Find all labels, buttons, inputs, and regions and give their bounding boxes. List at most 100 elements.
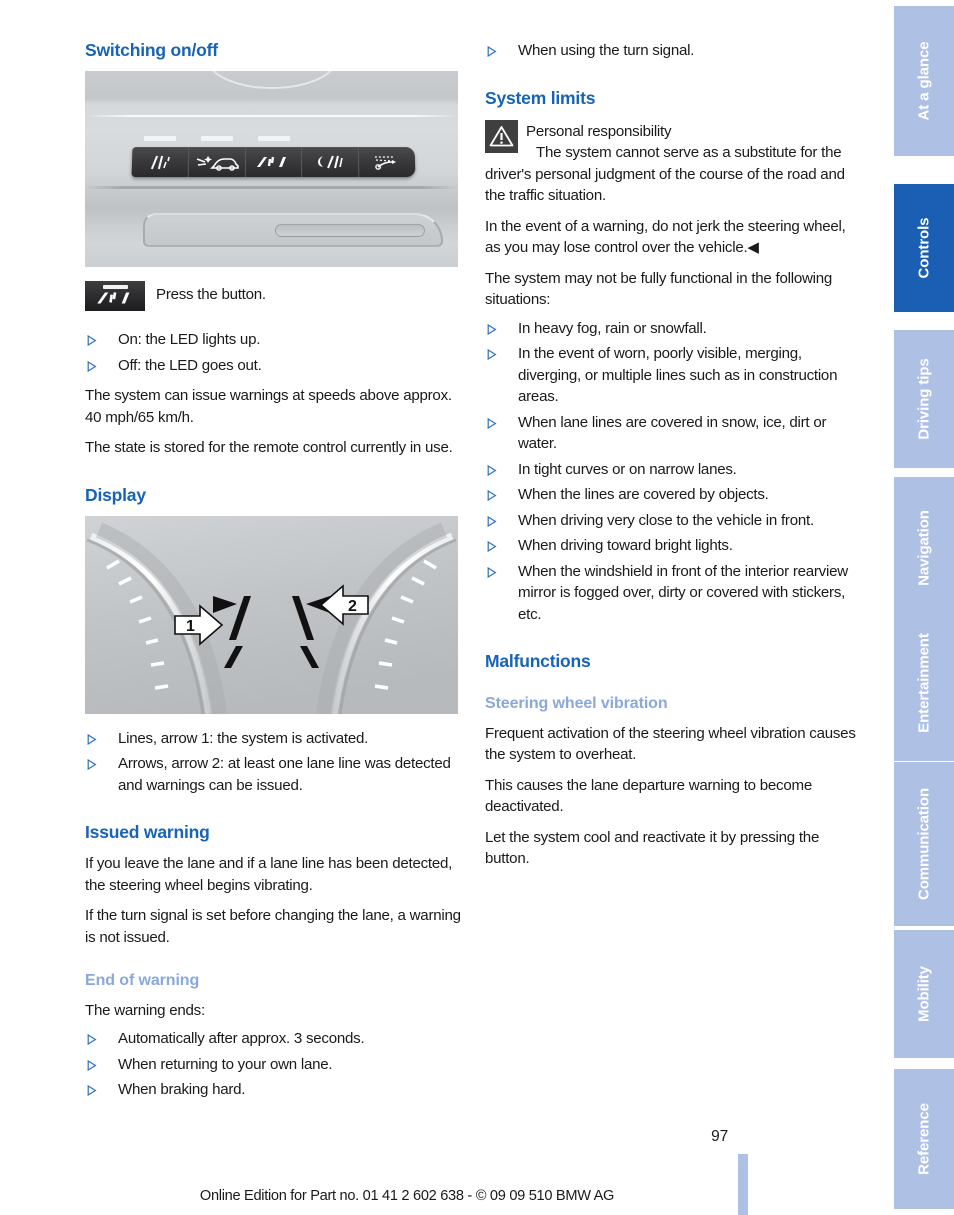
- dash-trim-highlight: [85, 115, 458, 118]
- triangle-bullet-icon: [87, 728, 99, 750]
- list-item: When driving toward bright lights.: [485, 535, 861, 557]
- triangle-bullet-icon: [487, 535, 499, 557]
- list-item-label: On: the LED lights up.: [118, 331, 261, 349]
- sidebar-tab-driving-tips[interactable]: Driving tips: [894, 330, 954, 468]
- legend-press-button-text: Press the button.: [156, 286, 266, 304]
- heading-end-of-warning: End of warning: [85, 972, 200, 990]
- triangle-bullet-icon: [87, 355, 99, 377]
- heading-system-limits: System limits: [485, 87, 596, 108]
- sidebar-tab-label: Reference: [915, 1103, 933, 1175]
- heading-issued-warning: Issued warning: [85, 822, 210, 843]
- list-item: When using the turn signal.: [485, 40, 861, 62]
- lane-departure-glyph: [97, 292, 130, 304]
- sidebar-tab-controls[interactable]: Controls: [894, 184, 954, 312]
- sidebar-tab-label: Mobility: [915, 966, 933, 1022]
- triangle-bullet-icon: [487, 561, 499, 583]
- list-item-label: When braking hard.: [118, 1081, 246, 1099]
- paragraph-malfunction-2: This causes the lane departure warning t…: [485, 776, 812, 816]
- warning-body-2-text: In the event of a warning, do not jerk t…: [485, 217, 846, 257]
- triangle-bullet-icon: [487, 40, 499, 62]
- triangle-bullet-icon: [487, 459, 499, 481]
- list-item-label: When the lines are covered by objects.: [518, 486, 769, 504]
- list-item-label: When the windshield in front of the inte…: [518, 562, 848, 623]
- list-item: On: the LED lights up.: [85, 329, 461, 351]
- end-of-warning-bullet-list: Automatically after approx. 3 seconds. W…: [85, 1028, 461, 1101]
- list-item: Off: the LED goes out.: [85, 355, 461, 377]
- sidebar-tab-mobility[interactable]: Mobility: [894, 930, 954, 1058]
- button-head-up-display[interactable]: [358, 147, 416, 178]
- warning-end-marker-icon: ◀: [747, 239, 759, 257]
- triangle-bullet-icon: [87, 329, 99, 351]
- dash-trim-shadow: [85, 186, 458, 190]
- list-item: In heavy fog, rain or snowfall.: [485, 318, 861, 340]
- door-handle-grip: [275, 224, 425, 238]
- button-night-vision[interactable]: [302, 147, 360, 178]
- triangle-bullet-icon: [487, 343, 499, 365]
- list-item-label: When driving toward bright lights.: [518, 537, 733, 555]
- list-item: When driving very close to the vehicle i…: [485, 510, 861, 532]
- list-item-label: Off: the LED goes out.: [118, 356, 262, 374]
- warning-title: Personal responsibility: [526, 122, 672, 140]
- triangle-bullet-icon: [487, 510, 499, 532]
- list-item: Arrows, arrow 2: at least one lane line …: [85, 753, 461, 796]
- list-item-label: When lane lines are covered in snow, ice…: [518, 413, 827, 453]
- vehicle-distance-icon: [196, 156, 239, 171]
- sidebar-tab-entertainment[interactable]: Entertainment: [894, 605, 954, 761]
- sidebar-tab-label: At a glance: [915, 41, 933, 121]
- paragraph-malfunction-3: Let the system cool and reactivate it by…: [485, 828, 820, 868]
- sidebar-tab-navigation[interactable]: Navigation: [894, 477, 954, 619]
- paragraph-warning-ends-intro: The warning ends:: [85, 1001, 205, 1019]
- paragraph-issued-warning-2: If the turn signal is set before changin…: [85, 907, 461, 946]
- warning-body-2: In the event of a warning, do not jerk t…: [485, 216, 861, 259]
- list-item-label: Lines, arrow 1: the system is activated.: [118, 729, 369, 747]
- manual-page: Switching on/off Press the button. On: t…: [0, 0, 954, 1215]
- legend-press-button: Press the button.: [85, 281, 461, 312]
- sidebar-tab-label: Controls: [915, 217, 933, 279]
- right-column: When using the turn signal. System limit…: [485, 40, 861, 879]
- triangle-bullet-icon: [487, 412, 499, 434]
- list-item-label: In tight curves or on narrow lanes.: [518, 460, 737, 478]
- left-column: Switching on/off Press the button. On: t…: [85, 40, 461, 1110]
- button-lane-departure-warning[interactable]: [245, 147, 303, 178]
- list-item-label: Automatically after approx. 3 seconds.: [118, 1030, 365, 1048]
- night-vision-icon: [318, 155, 344, 169]
- list-item: In tight curves or on narrow lanes.: [485, 459, 861, 481]
- list-item: When the lines are covered by objects.: [485, 484, 861, 506]
- console-button-bank[interactable]: [131, 147, 416, 178]
- triangle-bullet-icon: [87, 753, 99, 775]
- lane-departure-button-icon: [85, 281, 145, 312]
- list-item-label: In the event of worn, poorly visible, me…: [518, 345, 838, 406]
- display-bullet-list: Lines, arrow 1: the system is activated.…: [85, 728, 461, 797]
- button-active-cruise-control[interactable]: [188, 147, 246, 178]
- sidebar-tab-label: Driving tips: [915, 358, 933, 440]
- paragraph-remote-state: The state is stored for the remote contr…: [85, 439, 453, 457]
- button-led-bar: [103, 285, 128, 290]
- triangle-bullet-icon: [487, 318, 499, 340]
- warning-triangle-icon: [485, 119, 518, 153]
- heading-malfunctions: Malfunctions: [485, 651, 591, 672]
- list-item: When lane lines are covered in snow, ice…: [485, 412, 861, 455]
- system-limits-bullet-list: In heavy fog, rain or snowfall. In the e…: [485, 318, 861, 626]
- triangle-bullet-icon: [487, 484, 499, 506]
- button-lane-departure-warning-left[interactable]: [131, 147, 190, 178]
- figure-button-bank: [85, 71, 458, 268]
- list-item-label: In heavy fog, rain or snowfall.: [518, 319, 707, 337]
- list-item: When braking hard.: [85, 1079, 461, 1101]
- sidebar-tab-communication[interactable]: Communication: [894, 762, 954, 926]
- hud-icon: [374, 156, 397, 170]
- footer-edition-note: Online Edition for Part no. 01 41 2 602 …: [199, 1188, 615, 1204]
- sidebar-tab-at-a-glance[interactable]: At a glance: [894, 6, 954, 156]
- paragraph-system-limits-intro: The system may not be fully functional i…: [485, 269, 833, 309]
- list-item-label: When using the turn signal.: [518, 42, 695, 59]
- led-indicator-2: [201, 136, 233, 142]
- switching-bullet-list: On: the LED lights up. Off: the LED goes…: [85, 329, 461, 376]
- triangle-bullet-icon: [87, 1079, 99, 1101]
- led-indicator-3: [258, 136, 290, 142]
- heading-steering-wheel-vibration: Steering wheel vibration: [485, 695, 668, 713]
- warning-personal-responsibility: Personal responsibility The system canno…: [485, 119, 861, 207]
- warning-body-1: The system cannot serve as a substitute …: [485, 144, 845, 205]
- lane-departure-icon: [257, 157, 287, 167]
- sidebar-tab-label: Communication: [915, 787, 933, 901]
- page-number: 97: [711, 1128, 728, 1145]
- svg-text:1: 1: [186, 618, 195, 635]
